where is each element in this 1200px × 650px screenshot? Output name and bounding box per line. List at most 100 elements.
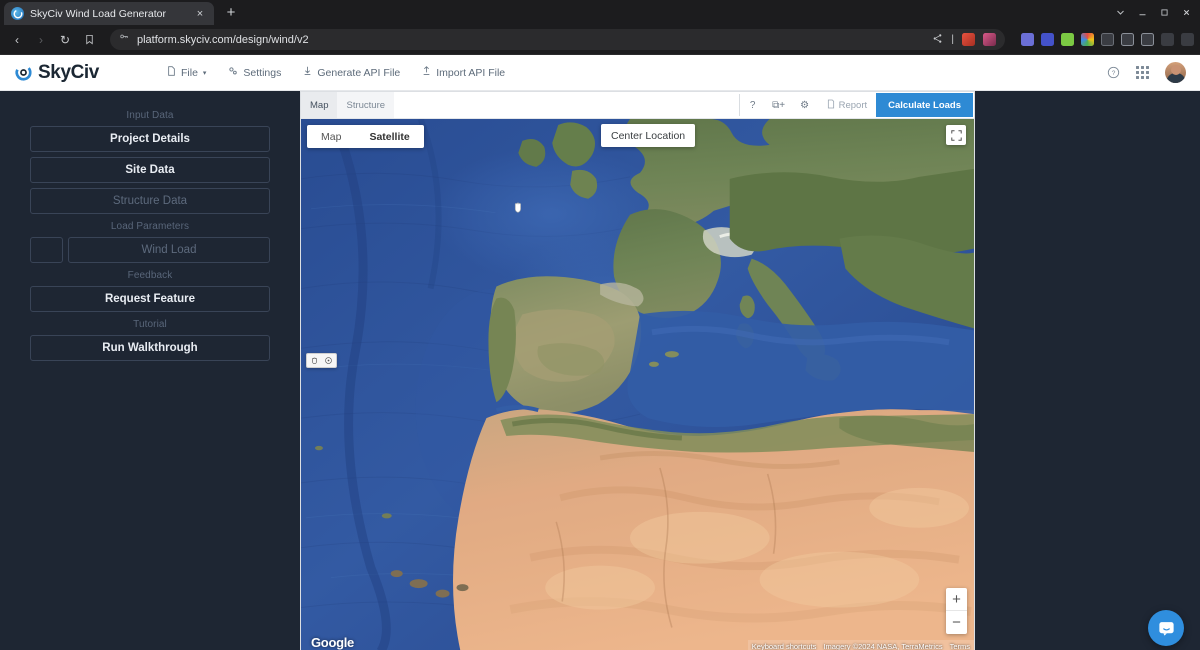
app-header: SkyCiv File ▾ Settings Generate API File…	[0, 55, 1200, 91]
address-search-input[interactable]	[394, 94, 740, 116]
skyciv-logo-text: SkyCiv	[38, 61, 99, 83]
chat-bubble-icon	[1158, 621, 1174, 636]
maximize-icon[interactable]	[1154, 2, 1174, 22]
sidebar-button-wind-load[interactable]: Wind Load	[68, 237, 270, 263]
browser-menu-icon[interactable]	[1181, 33, 1194, 46]
file-icon	[167, 66, 176, 79]
bookmark-icon[interactable]	[78, 29, 100, 51]
menu-generate-api-file-label: Generate API File	[317, 66, 401, 79]
share-icon[interactable]	[932, 33, 943, 47]
site-info-icon[interactable]	[119, 33, 130, 46]
wind-load-checkbox[interactable]	[30, 237, 63, 263]
chevron-down-icon[interactable]	[1110, 2, 1130, 22]
report-button[interactable]: Report	[818, 92, 877, 118]
menu-import-api-file[interactable]: Import API File	[422, 66, 505, 79]
app-header-actions: ?	[1107, 62, 1186, 83]
profile-badge-icon[interactable]	[1161, 33, 1174, 46]
extension-badge-pink-icon[interactable]	[983, 33, 996, 46]
tab-map[interactable]: Map	[301, 92, 338, 118]
sidebar-button-site-data[interactable]: Site Data	[30, 157, 270, 183]
document-icon	[827, 99, 835, 112]
new-tab-button[interactable]: +	[220, 2, 242, 24]
imagery-credit: Imagery ©2024 NASA, TerraMetrics	[823, 641, 943, 650]
menu-file[interactable]: File ▾	[167, 66, 206, 79]
gear-icon	[228, 66, 238, 79]
back-button[interactable]: ‹	[6, 29, 28, 51]
map-zoom-controls: + −	[946, 588, 967, 634]
chevron-down-icon: ▾	[202, 69, 207, 77]
cast-icon[interactable]	[1141, 33, 1154, 46]
upload-icon	[422, 66, 431, 79]
add-view-icon[interactable]: ⧉+	[766, 92, 792, 118]
sidebar-button-run-walkthrough[interactable]: Run Walkthrough	[30, 335, 270, 361]
minimize-icon[interactable]	[1132, 2, 1152, 22]
group-label-tutorial: Tutorial	[133, 319, 167, 330]
browser-window: SkyCiv Wind Load Generator × + ‹ › ↻ pla…	[0, 0, 1200, 650]
svg-text:?: ?	[1112, 70, 1116, 77]
intercom-chat-button[interactable]	[1148, 610, 1184, 646]
calculate-loads-button[interactable]: Calculate Loads	[876, 93, 973, 117]
menu-import-api-file-label: Import API File	[436, 66, 506, 79]
map-type-satellite[interactable]: Satellite	[355, 125, 423, 148]
extension-1-icon[interactable]	[1021, 33, 1034, 46]
app-main: Input Data Project Details Site Data Str…	[0, 91, 1200, 650]
help-icon[interactable]: ?	[740, 92, 766, 118]
zoom-in-button[interactable]: +	[946, 588, 967, 611]
group-label-input-data: Input Data	[126, 110, 174, 121]
extension-4-icon[interactable]	[1081, 33, 1094, 46]
user-avatar[interactable]	[1165, 62, 1186, 83]
browser-tabstrip: SkyCiv Wind Load Generator × +	[0, 0, 1200, 25]
sidebar-button-structure-data[interactable]: Structure Data	[30, 188, 270, 214]
keyboard-shortcuts-link[interactable]: Keyboard shortcuts	[752, 642, 817, 650]
zoom-out-button[interactable]: −	[946, 611, 967, 634]
forward-button[interactable]: ›	[30, 29, 52, 51]
tab-close-icon[interactable]: ×	[193, 7, 207, 21]
skyciv-favicon-icon	[11, 7, 24, 20]
group-label-feedback: Feedback	[127, 270, 173, 281]
map-panel: Map Structure ? ⧉+ ⚙ Report Calculate Lo…	[300, 91, 975, 650]
browser-extensions	[1015, 33, 1194, 46]
close-icon[interactable]	[1176, 2, 1196, 22]
question-circle-icon[interactable]: ?	[1107, 66, 1120, 79]
tab-structure[interactable]: Structure	[337, 92, 395, 118]
url-text: platform.skyciv.com/design/wind/v2	[137, 33, 309, 46]
sidebar-button-project-details[interactable]: Project Details	[30, 126, 270, 152]
map-type-map[interactable]: Map	[307, 125, 355, 148]
menu-generate-api-file[interactable]: Generate API File	[303, 66, 400, 79]
skyciv-logo[interactable]: SkyCiv	[14, 62, 99, 84]
satellite-map-image	[301, 119, 974, 650]
omnibox-divider: |	[951, 34, 954, 45]
browser-tab[interactable]: SkyCiv Wind Load Generator ×	[4, 2, 214, 25]
wind-load-row: Wind Load	[30, 237, 270, 263]
sidebar: Input Data Project Details Site Data Str…	[0, 91, 300, 650]
pan-hand-icon[interactable]	[309, 355, 320, 366]
extension-badge-red-icon[interactable]	[962, 33, 975, 46]
browser-navbar: ‹ › ↻ platform.skyciv.com/design/wind/v2…	[0, 25, 1200, 55]
map-viewport[interactable]: Map Satellite Center Location + − Google…	[301, 119, 974, 650]
group-label-load-parameters: Load Parameters	[110, 221, 190, 232]
fullscreen-expand-icon[interactable]	[946, 125, 966, 145]
center-location-button[interactable]: Center Location	[601, 124, 696, 147]
menu-settings-label: Settings	[243, 66, 282, 79]
download-icon	[303, 66, 312, 79]
target-crosshair-icon[interactable]	[323, 355, 334, 366]
menu-settings[interactable]: Settings	[228, 66, 281, 79]
extension-3-icon[interactable]	[1061, 33, 1074, 46]
window-controls	[1110, 2, 1196, 22]
browser-tab-title: SkyCiv Wind Load Generator	[30, 7, 166, 20]
sidepanel-icon[interactable]	[1121, 33, 1134, 46]
sidebar-button-request-feature[interactable]: Request Feature	[30, 286, 270, 312]
content-area: Map Structure ? ⧉+ ⚙ Report Calculate Lo…	[300, 91, 1200, 650]
pan-hand-cursor	[512, 200, 525, 218]
extension-5-icon[interactable]	[1101, 33, 1114, 46]
grid-apps-icon[interactable]	[1136, 66, 1149, 79]
address-bar[interactable]: platform.skyciv.com/design/wind/v2 |	[110, 29, 1005, 50]
map-mini-controls	[306, 353, 337, 368]
omnibox-actions: |	[932, 33, 996, 47]
settings-gear-icon[interactable]: ⚙	[792, 92, 818, 118]
extension-2-icon[interactable]	[1041, 33, 1054, 46]
menu-file-label: File	[180, 66, 198, 79]
toolbar-actions: ? ⧉+ ⚙ Report Calculate Loads	[740, 92, 974, 118]
terms-link[interactable]: Terms	[950, 642, 970, 650]
reload-button[interactable]: ↻	[54, 29, 76, 51]
